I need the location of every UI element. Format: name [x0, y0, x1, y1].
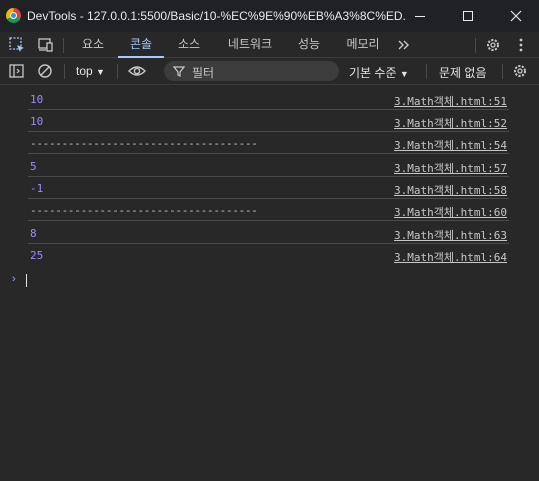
log-message: 10 — [30, 115, 44, 128]
divider — [426, 64, 427, 79]
maximize-icon — [463, 11, 473, 21]
close-icon — [510, 10, 522, 22]
context-selector[interactable]: top ▼ — [76, 64, 105, 78]
inspect-element-icon[interactable] — [8, 36, 26, 54]
device-toolbar-icon[interactable] — [36, 36, 54, 54]
title-bar: DevTools - 127.0.0.1:5500/Basic/10-%EC%9… — [0, 0, 539, 32]
chevron-down-icon: ▼ — [96, 67, 105, 77]
console-settings-gear-icon[interactable] — [511, 62, 529, 80]
console-row: 8 3.Math객체.html:63 — [0, 222, 539, 244]
console-input-caret[interactable] — [26, 274, 27, 287]
source-link[interactable]: 3.Math객체.html:57 — [394, 160, 507, 176]
sidebar-toggle-icon[interactable] — [8, 62, 26, 80]
divider — [502, 64, 503, 79]
source-link[interactable]: 3.Math객체.html:51 — [394, 93, 507, 109]
close-button[interactable] — [493, 0, 539, 32]
log-message: 25 — [30, 249, 44, 262]
log-message: ------------------------------------ — [30, 137, 258, 150]
tab-network[interactable]: 네트워크 — [218, 32, 282, 58]
source-link[interactable]: 3.Math객체.html:54 — [394, 137, 507, 153]
tab-sources[interactable]: 소스 — [170, 32, 208, 58]
context-label: top — [76, 64, 93, 78]
chrome-logo-icon — [6, 8, 21, 23]
tab-memory[interactable]: 메모리 — [338, 32, 388, 58]
minimize-button[interactable] — [397, 0, 443, 32]
console-output[interactable]: 10 3.Math객체.html:51 10 3.Math객체.html:52 … — [0, 86, 539, 481]
divider — [64, 64, 65, 79]
tab-performance[interactable]: 성능 — [290, 32, 328, 58]
minimize-icon — [415, 15, 425, 17]
tab-elements[interactable]: 요소 — [74, 32, 112, 58]
devtools-tabs-bar: 요소 콘솔 소스 네트워크 성능 메모리 — [0, 32, 539, 58]
console-row: 5 3.Math객체.html:57 — [0, 155, 539, 177]
row-divider — [28, 220, 509, 221]
source-link[interactable]: 3.Math객체.html:60 — [394, 204, 507, 220]
console-row: -1 3.Math객체.html:58 — [0, 177, 539, 199]
console-row: ------------------------------------ 3.M… — [0, 199, 539, 221]
log-message: -1 — [30, 182, 44, 195]
log-message: ------------------------------------ — [30, 204, 258, 217]
filter-placeholder: 필터 — [192, 66, 215, 80]
log-level-dropdown[interactable]: 기본 수준 ▼ — [349, 64, 409, 81]
source-link[interactable]: 3.Math객체.html:64 — [394, 249, 507, 265]
more-options-icon[interactable] — [512, 36, 530, 54]
chevron-down-icon: ▼ — [399, 69, 409, 79]
divider — [63, 38, 64, 53]
log-message: 5 — [30, 160, 37, 173]
row-divider — [28, 153, 509, 154]
log-message: 10 — [30, 93, 44, 106]
filter-icon — [173, 66, 185, 77]
console-row: 25 3.Math객체.html:64 — [0, 244, 539, 266]
log-level-label: 기본 수준 — [349, 66, 397, 80]
window-title: DevTools - 127.0.0.1:5500/Basic/10-%EC%9… — [27, 9, 407, 23]
source-link[interactable]: 3.Math객체.html:58 — [394, 182, 507, 198]
console-toolbar: top ▼ 필터 기본 수준 ▼ 문제 없음 — [0, 58, 539, 85]
prompt-chevron-icon: › — [12, 273, 16, 285]
live-expression-eye-icon[interactable] — [127, 62, 146, 80]
console-row: 10 3.Math객체.html:51 — [0, 88, 539, 110]
filter-input[interactable]: 필터 — [164, 61, 339, 81]
source-link[interactable]: 3.Math객체.html:63 — [394, 227, 507, 243]
more-tabs-icon[interactable] — [395, 36, 413, 54]
divider — [117, 64, 118, 79]
tab-console[interactable]: 콘솔 — [118, 32, 164, 58]
clear-console-icon[interactable] — [36, 62, 54, 80]
issues-counter[interactable]: 문제 없음 — [439, 64, 487, 81]
settings-gear-icon[interactable] — [484, 36, 502, 54]
log-message: 8 — [30, 227, 37, 240]
divider — [475, 38, 476, 53]
maximize-button[interactable] — [445, 0, 491, 32]
console-row: ------------------------------------ 3.M… — [0, 132, 539, 154]
console-row: 10 3.Math객체.html:52 — [0, 110, 539, 132]
source-link[interactable]: 3.Math객체.html:52 — [394, 115, 507, 131]
